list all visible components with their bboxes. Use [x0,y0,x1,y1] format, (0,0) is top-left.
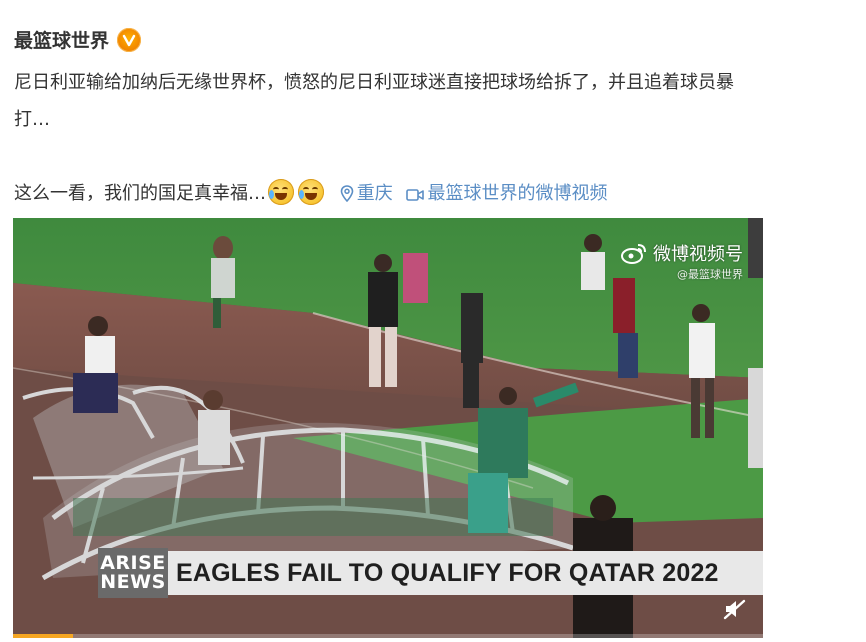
video-source-link[interactable]: 最篮球世界的微博视频 [398,183,607,204]
video-camera-icon [406,189,425,201]
post-line-1: 尼日利亚输给加纳后无缘世界杯，愤怒的尼日利亚球迷直接把球场给拆了，并且追着球员暴 [14,72,734,93]
video-progress-fill [13,634,73,638]
weibo-logo-icon [621,244,646,264]
location-label: 重庆 [356,183,393,204]
news-ticker: ARISE NEWS EAGLES FAIL TO QUALIFY FOR QA… [98,548,763,598]
post-line-2: 打… [14,109,50,130]
video-player[interactable]: 微博视频号 @最篮球世界 ARISE NEWS EAGLES FAIL TO Q… [13,218,763,638]
laugh-cry-emoji-icon [268,179,294,205]
post-blank-line [14,138,859,175]
video-progress-track[interactable] [13,634,763,638]
watermark-main-row: 微博视频号 [621,240,743,266]
logo-bottom-text: NEWS [100,571,166,593]
weibo-watermark: 微博视频号 @最篮球世界 [621,240,743,282]
post-line-3: 这么一看，我们的国足真幸福… 重庆 最篮球世界的微博视频 [14,175,859,212]
arise-news-logo: ARISE NEWS [98,548,168,598]
post-text: 尼日利亚输给加纳后无缘世界杯，愤怒的尼日利亚球迷直接把球场给拆了，并且追着球员暴… [14,64,859,212]
author-name[interactable]: 最篮球世界 [14,26,109,53]
location-link[interactable]: 重庆 [332,183,399,204]
location-pin-icon [340,185,354,202]
video-source-label: 最篮球世界的微博视频 [427,183,608,204]
laugh-cry-emoji-icon [298,179,324,205]
mute-icon [723,599,746,620]
verified-badge-icon [117,27,142,52]
mute-button[interactable] [723,598,747,620]
author-row: 最篮球世界 [14,26,142,53]
watermark-sub-text: @最篮球世界 [677,268,743,281]
post-line-3-text: 这么一看，我们的国足真幸福… [14,183,266,204]
ticker-headline: EAGLES FAIL TO QUALIFY FOR QATAR 2022 [168,551,763,595]
watermark-main-text: 微博视频号 [653,244,743,265]
